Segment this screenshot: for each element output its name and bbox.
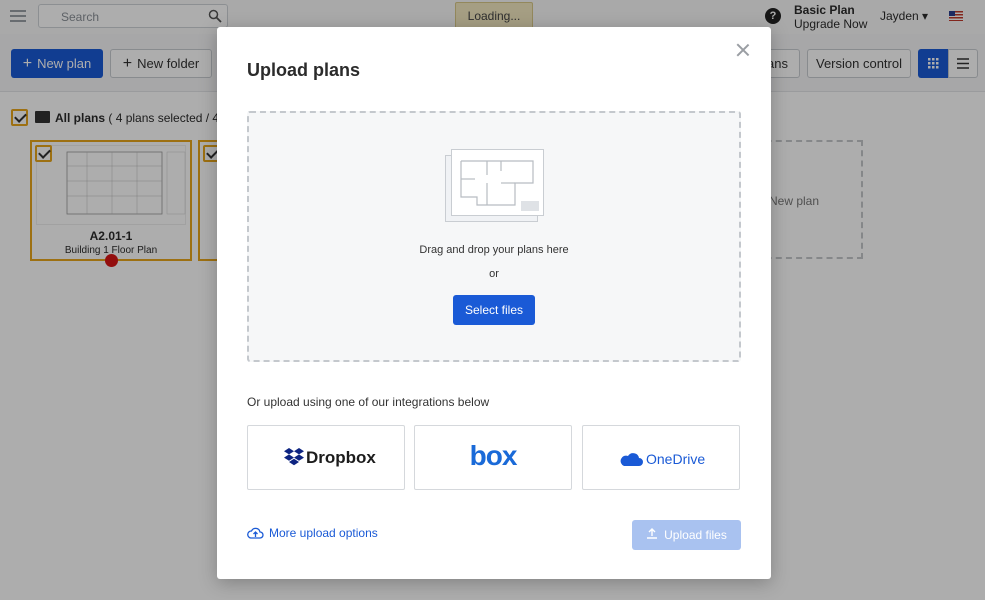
upload-files-button[interactable]: Upload files bbox=[632, 520, 741, 550]
upload-plans-dialog: Upload plans Drag and drop your plans he… bbox=[217, 27, 771, 579]
onedrive-label: OneDrive bbox=[646, 451, 706, 467]
onedrive-button[interactable]: OneDrive bbox=[582, 425, 740, 490]
drop-instructions: Drag and drop your plans here bbox=[419, 244, 569, 256]
or-separator: or bbox=[489, 268, 499, 280]
more-upload-options-label: More upload options bbox=[269, 526, 378, 540]
upload-files-label: Upload files bbox=[664, 528, 727, 542]
onedrive-cloud-icon bbox=[620, 453, 643, 466]
upload-icon bbox=[647, 528, 658, 539]
select-files-button[interactable]: Select files bbox=[453, 295, 535, 325]
dropbox-label: Dropbox bbox=[306, 448, 376, 467]
dialog-title: Upload plans bbox=[247, 60, 361, 80]
box-button[interactable]: box bbox=[414, 425, 572, 490]
dropbox-button[interactable]: Dropbox bbox=[247, 425, 405, 490]
close-icon[interactable] bbox=[736, 43, 750, 57]
drop-zone[interactable]: Drag and drop your plans here or Select … bbox=[247, 111, 741, 362]
box-label: box bbox=[469, 440, 518, 471]
cloud-upload-icon bbox=[247, 527, 264, 539]
integrations-label: Or upload using one of our integrations … bbox=[247, 395, 490, 409]
dropbox-icon bbox=[284, 448, 304, 466]
blueprint-icon bbox=[445, 149, 544, 222]
